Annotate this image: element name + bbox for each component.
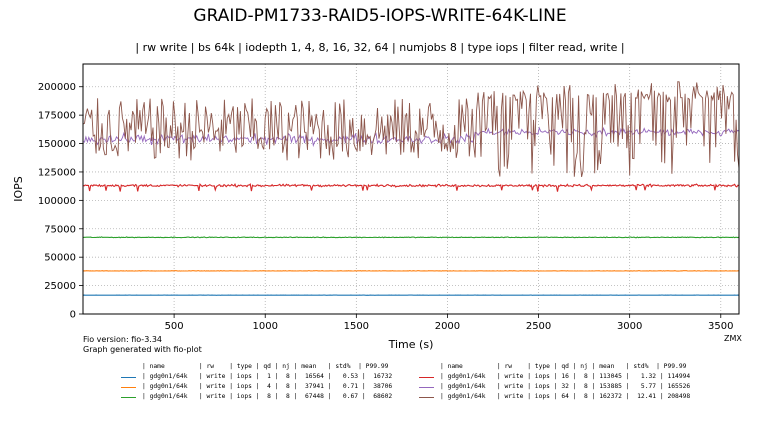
generated-note: Graph generated with fio-plot <box>83 345 202 354</box>
x-tick-label: 2000 <box>435 321 460 332</box>
y-tick-label: 200000 <box>38 82 76 93</box>
legend-swatch <box>419 386 434 388</box>
series-line-qd16 <box>82 182 740 192</box>
y-tick-label: 125000 <box>38 167 76 178</box>
legend-swatch <box>419 376 434 378</box>
x-tick-label: 1500 <box>344 321 369 332</box>
chart: 500 1000 1500 2000 2500 3000 3500 0 25000 50000 75… <box>12 63 740 351</box>
series-line-qd64 <box>82 81 740 178</box>
legend-entry-text: | gdg0n1/64k | write | iops | 32 | 8 | 1… <box>440 383 691 390</box>
x-tick-label: 1000 <box>252 321 277 332</box>
chart-title: GRAID-PM1733-RAID5-IOPS-WRITE-64K-LINE <box>193 6 567 26</box>
series-lines <box>82 81 740 296</box>
legend-swatch <box>121 386 136 388</box>
legend-swatch <box>419 396 434 398</box>
legend-entry-text: | gdg0n1/64k | write | iops | 64 | 8 | 1… <box>440 393 691 400</box>
x-tick-label: 2500 <box>526 321 551 332</box>
x-tick-label: 500 <box>165 321 184 332</box>
series-line-qd4 <box>82 270 739 272</box>
series-line-qd8 <box>82 236 740 239</box>
chart-subtitle: | rw write | bs 64k | iodepth 1, 4, 8, 1… <box>135 41 625 54</box>
brand-label: ZMX <box>724 334 742 343</box>
legend-entry-text: | gdg0n1/64k | write | iops | 4 | 8 | 37… <box>142 383 393 390</box>
legend-entry-text: | gdg0n1/64k | write | iops | 16 | 8 | 1… <box>440 373 691 380</box>
y-tick-label: 0 <box>70 310 76 321</box>
legend-entry-text: | gdg0n1/64k | write | iops | 1 | 8 | 16… <box>142 373 393 380</box>
x-tick-label: 3000 <box>617 321 642 332</box>
y-tick-label: 25000 <box>44 281 76 292</box>
x-axis-label: Time (s) <box>388 338 434 351</box>
legend-entry-text: | gdg0n1/64k | write | iops | 8 | 8 | 67… <box>142 393 393 400</box>
x-tick-label: 3500 <box>708 321 733 332</box>
y-axis-label: IOPS <box>12 176 25 202</box>
y-tick-label: 75000 <box>44 224 76 235</box>
y-tick-label: 150000 <box>38 139 76 150</box>
y-tick-label: 175000 <box>38 111 76 122</box>
y-tick-label: 100000 <box>38 196 76 207</box>
legend-swatch <box>121 396 136 398</box>
fio-version: Fio version: fio-3.34 <box>83 335 162 344</box>
legend-swatch <box>121 376 136 378</box>
y-tick-label: 50000 <box>44 253 76 264</box>
